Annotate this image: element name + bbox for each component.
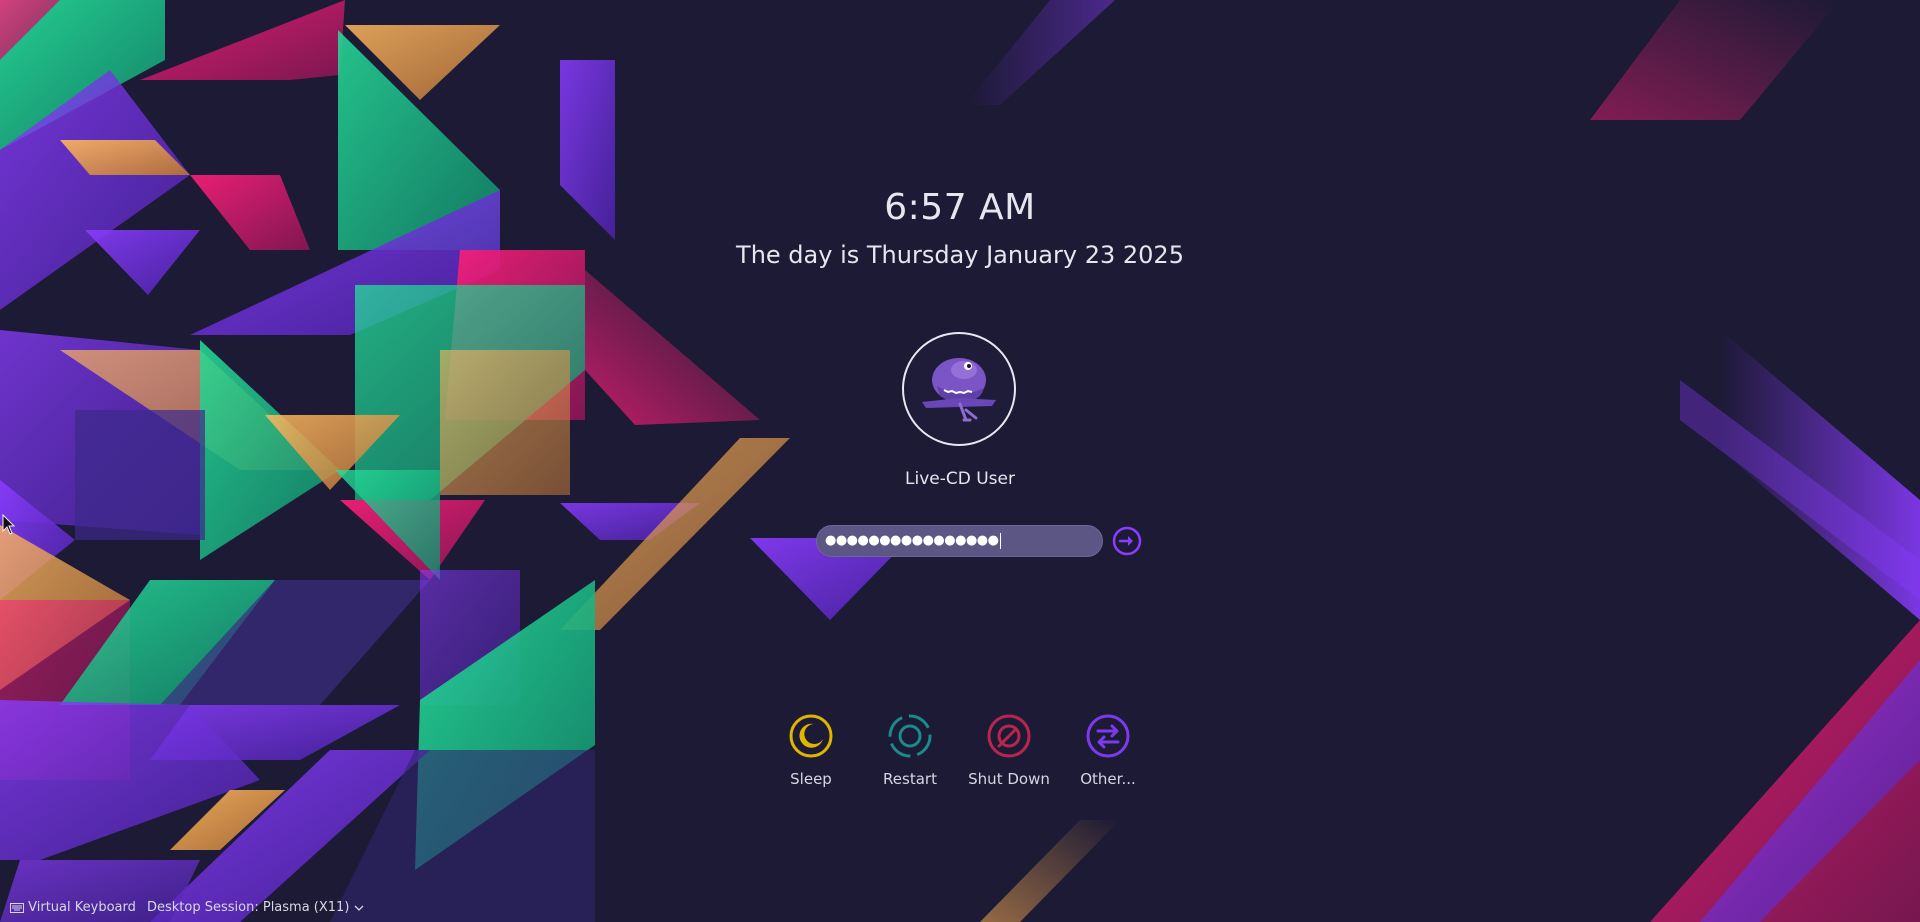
shutdown-button[interactable]: Shut Down xyxy=(959,713,1059,789)
switch-user-icon xyxy=(1086,714,1130,758)
virtual-keyboard-button[interactable]: Virtual Keyboard xyxy=(10,898,136,918)
session-label: Desktop Session: Plasma (X11) xyxy=(147,900,350,915)
virtual-keyboard-label: Virtual Keyboard xyxy=(28,900,136,915)
password-field[interactable]: ●●●●●●●●●●●●●●●● xyxy=(816,525,1103,557)
restart-icon xyxy=(888,714,932,758)
mouse-cursor-icon xyxy=(2,514,16,535)
restart-button[interactable]: Restart xyxy=(860,713,960,789)
lock-screen: 6:57 AM The day is Thursday January 23 2… xyxy=(0,0,1920,922)
arrow-right-circle-icon xyxy=(1112,526,1142,556)
user-avatar[interactable] xyxy=(902,332,1016,446)
sleep-button[interactable]: Sleep xyxy=(761,713,861,789)
password-masked-text: ●●●●●●●●●●●●●●●● xyxy=(825,533,999,548)
session-selector[interactable]: Desktop Session: Plasma (X11) xyxy=(147,898,364,918)
clock-time: 6:57 AM xyxy=(884,187,1036,228)
user-name: Live-CD User xyxy=(905,469,1015,489)
other-label: Other... xyxy=(1080,770,1136,788)
keyboard-icon xyxy=(10,902,24,913)
restart-label: Restart xyxy=(883,770,937,788)
clock-date: The day is Thursday January 23 2025 xyxy=(736,241,1184,269)
shutdown-icon xyxy=(987,714,1031,758)
login-button[interactable] xyxy=(1112,526,1142,556)
other-button[interactable]: Other... xyxy=(1058,713,1158,789)
purple-dinosaur-mascot-icon xyxy=(922,358,996,422)
sleep-label: Sleep xyxy=(790,770,832,788)
sleep-moon-icon xyxy=(789,714,833,758)
chevron-down-icon xyxy=(354,905,364,911)
text-caret xyxy=(999,532,1001,549)
shutdown-label: Shut Down xyxy=(968,770,1050,788)
